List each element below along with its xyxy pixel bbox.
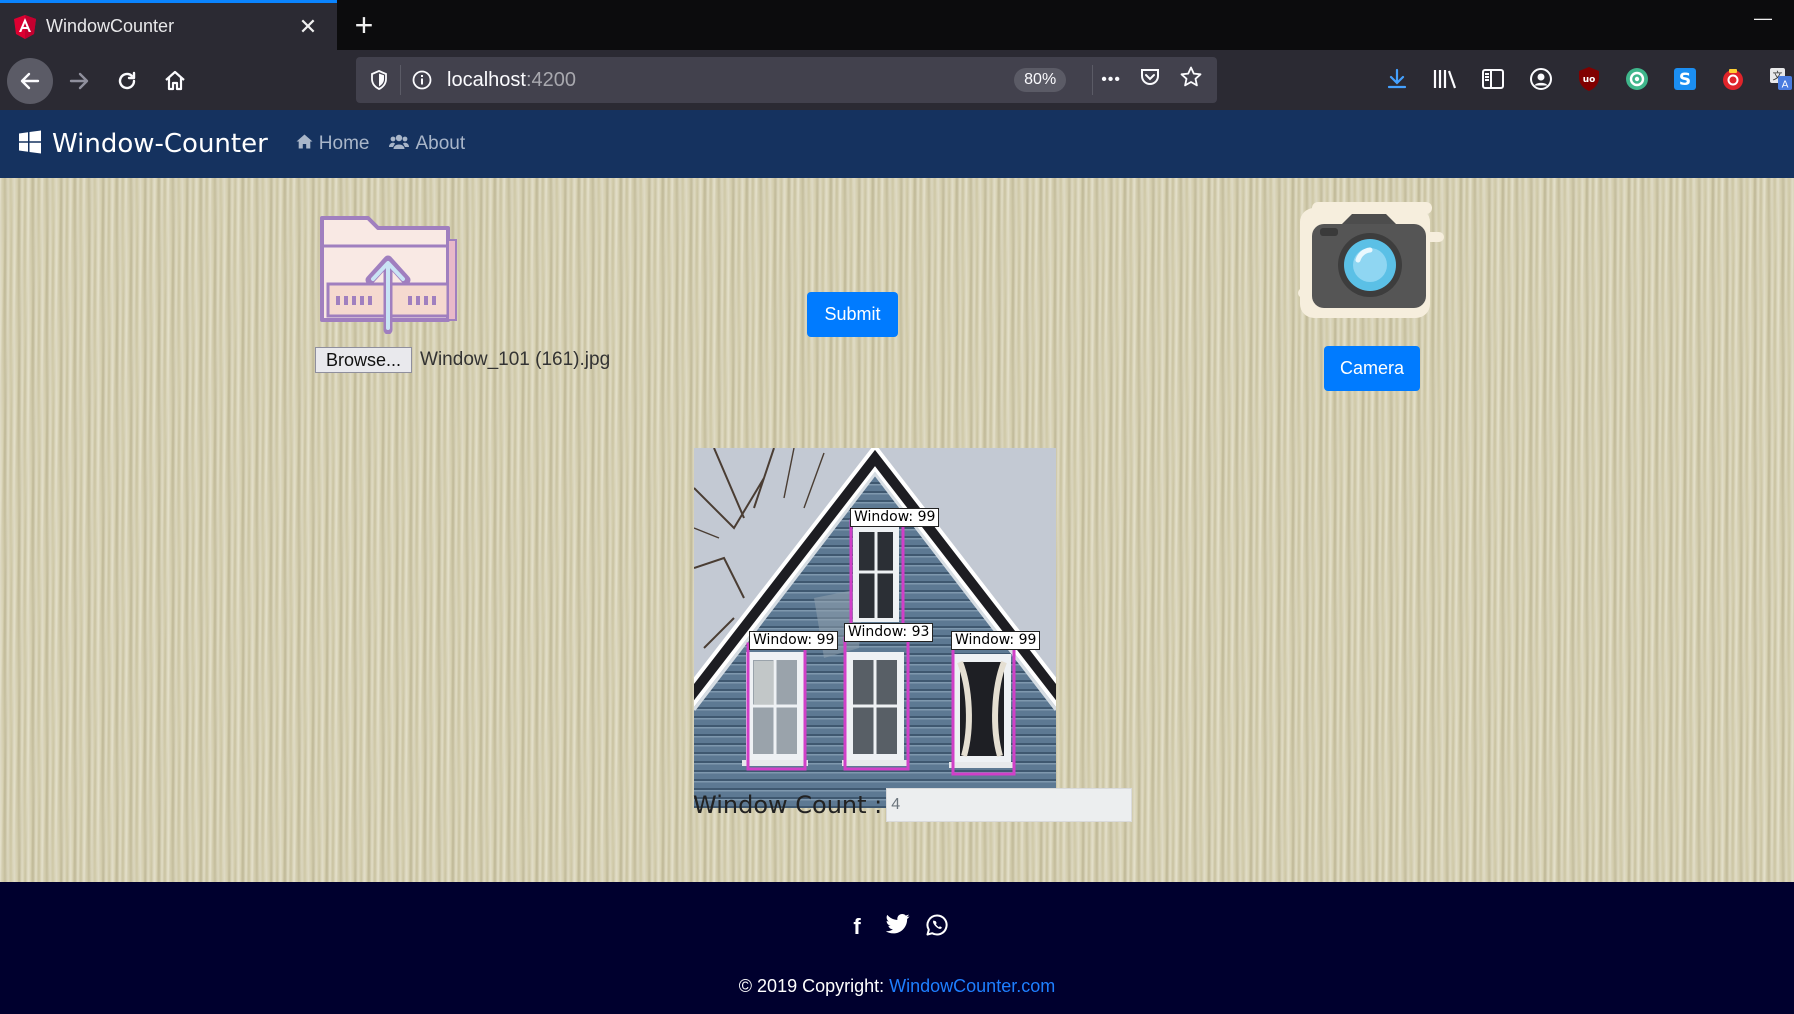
brand-link[interactable]: Window-Counter — [18, 129, 268, 159]
selected-file-name: Window_101 (161).jpg — [420, 349, 611, 370]
tab-title: WindowCounter — [46, 16, 175, 36]
upload-folder-icon — [320, 216, 457, 334]
home-icon — [296, 134, 313, 154]
home-button[interactable] — [152, 58, 198, 104]
url-host: localhost — [447, 68, 526, 91]
url-port: :4200 — [525, 68, 576, 91]
minimize-icon[interactable]: — — [1748, 8, 1778, 38]
home-icon — [165, 70, 185, 91]
main-content: Browse... Window_101 (161).jpg Submit Ca… — [0, 178, 1794, 882]
arrow-right-icon — [69, 72, 89, 90]
library-icon[interactable] — [1430, 64, 1460, 94]
svg-text:A: A — [1782, 80, 1789, 91]
twitter-icon[interactable] — [885, 914, 910, 942]
detection-label: Window: 99 — [951, 631, 1041, 650]
url-divider — [400, 65, 401, 95]
app-navbar: Window-Counter Home About — [0, 110, 1794, 178]
url-bar[interactable]: localhost:4200 80% ••• — [356, 57, 1217, 103]
zoom-indicator[interactable]: 80% — [1014, 68, 1067, 92]
social-links: f — [0, 914, 1794, 942]
facebook-icon[interactable]: f — [846, 914, 868, 942]
window-count-label: Window Count : — [693, 791, 883, 819]
submit-button[interactable]: Submit — [807, 292, 898, 337]
detection-label: Window: 93 — [844, 623, 934, 642]
users-icon — [389, 134, 410, 155]
url-divider — [1092, 65, 1094, 95]
pocket-icon[interactable] — [1139, 66, 1161, 94]
reload-button[interactable] — [104, 58, 150, 104]
nav-about-link[interactable]: About — [389, 133, 465, 155]
skype-extension-icon[interactable]: S — [1670, 64, 1700, 94]
new-tab-button[interactable]: + — [346, 7, 382, 43]
downloads-icon[interactable] — [1382, 64, 1412, 94]
shield-icon[interactable] — [366, 70, 392, 90]
site-link[interactable]: WindowCounter.com — [889, 976, 1055, 996]
nav-home-label: Home — [318, 133, 370, 154]
svg-text:uo: uo — [1583, 75, 1596, 85]
close-tab-icon[interactable]: ✕ — [293, 12, 323, 42]
arrow-left-icon — [20, 72, 40, 90]
camera-button[interactable]: Camera — [1324, 346, 1420, 391]
footer: f © 2019 Copyright: WindowCounter.com — [0, 882, 1794, 1014]
forward-button[interactable] — [56, 58, 102, 104]
windows-logo-icon — [18, 130, 42, 159]
window-count-field[interactable]: 4 — [886, 788, 1133, 822]
svg-text:S: S — [1679, 70, 1691, 90]
web-page: Window-Counter Home About Browse... Wind… — [0, 110, 1794, 1014]
back-button[interactable] — [7, 58, 53, 104]
screenshot-extension-icon[interactable] — [1718, 64, 1748, 94]
browse-button[interactable]: Browse... — [315, 347, 413, 373]
detection-label: Window: 99 — [850, 508, 940, 527]
info-icon[interactable] — [409, 70, 435, 90]
sidebar-icon[interactable] — [1478, 64, 1508, 94]
sync-extension-icon[interactable] — [1622, 64, 1652, 94]
bookmark-star-icon[interactable] — [1179, 65, 1203, 95]
browser-tab[interactable]: WindowCounter ✕ — [0, 0, 337, 50]
account-icon[interactable] — [1526, 64, 1556, 94]
reload-icon — [118, 71, 136, 90]
detection-label: Window: 99 — [749, 631, 839, 650]
nav-about-label: About — [415, 133, 466, 154]
angular-icon — [14, 14, 36, 39]
detection-result-image: Window: 99 Window: 99 Window: 93 Window:… — [694, 448, 1056, 808]
whatsapp-icon[interactable] — [926, 914, 948, 942]
file-input[interactable]: Browse... Window_101 (161).jpg — [315, 347, 610, 373]
brand-title: Window-Counter — [52, 129, 268, 159]
nav-home-link[interactable]: Home — [296, 133, 370, 155]
translate-extension-icon[interactable]: 文A — [1766, 64, 1794, 94]
camera-icon — [1298, 202, 1444, 318]
window-count-row: Window Count : 4 — [693, 788, 1133, 822]
browser-tab-strip: WindowCounter ✕ + — — [0, 0, 1794, 50]
copyright-text: © 2019 Copyright: — [738, 976, 890, 996]
copyright: © 2019 Copyright: WindowCounter.com — [0, 976, 1794, 997]
url-text[interactable]: localhost:4200 — [447, 69, 1014, 92]
more-actions-icon[interactable]: ••• — [1101, 71, 1121, 89]
ublock-icon[interactable]: uo — [1574, 64, 1604, 94]
browser-toolbar: localhost:4200 80% ••• uo S 文 A — [0, 50, 1794, 110]
